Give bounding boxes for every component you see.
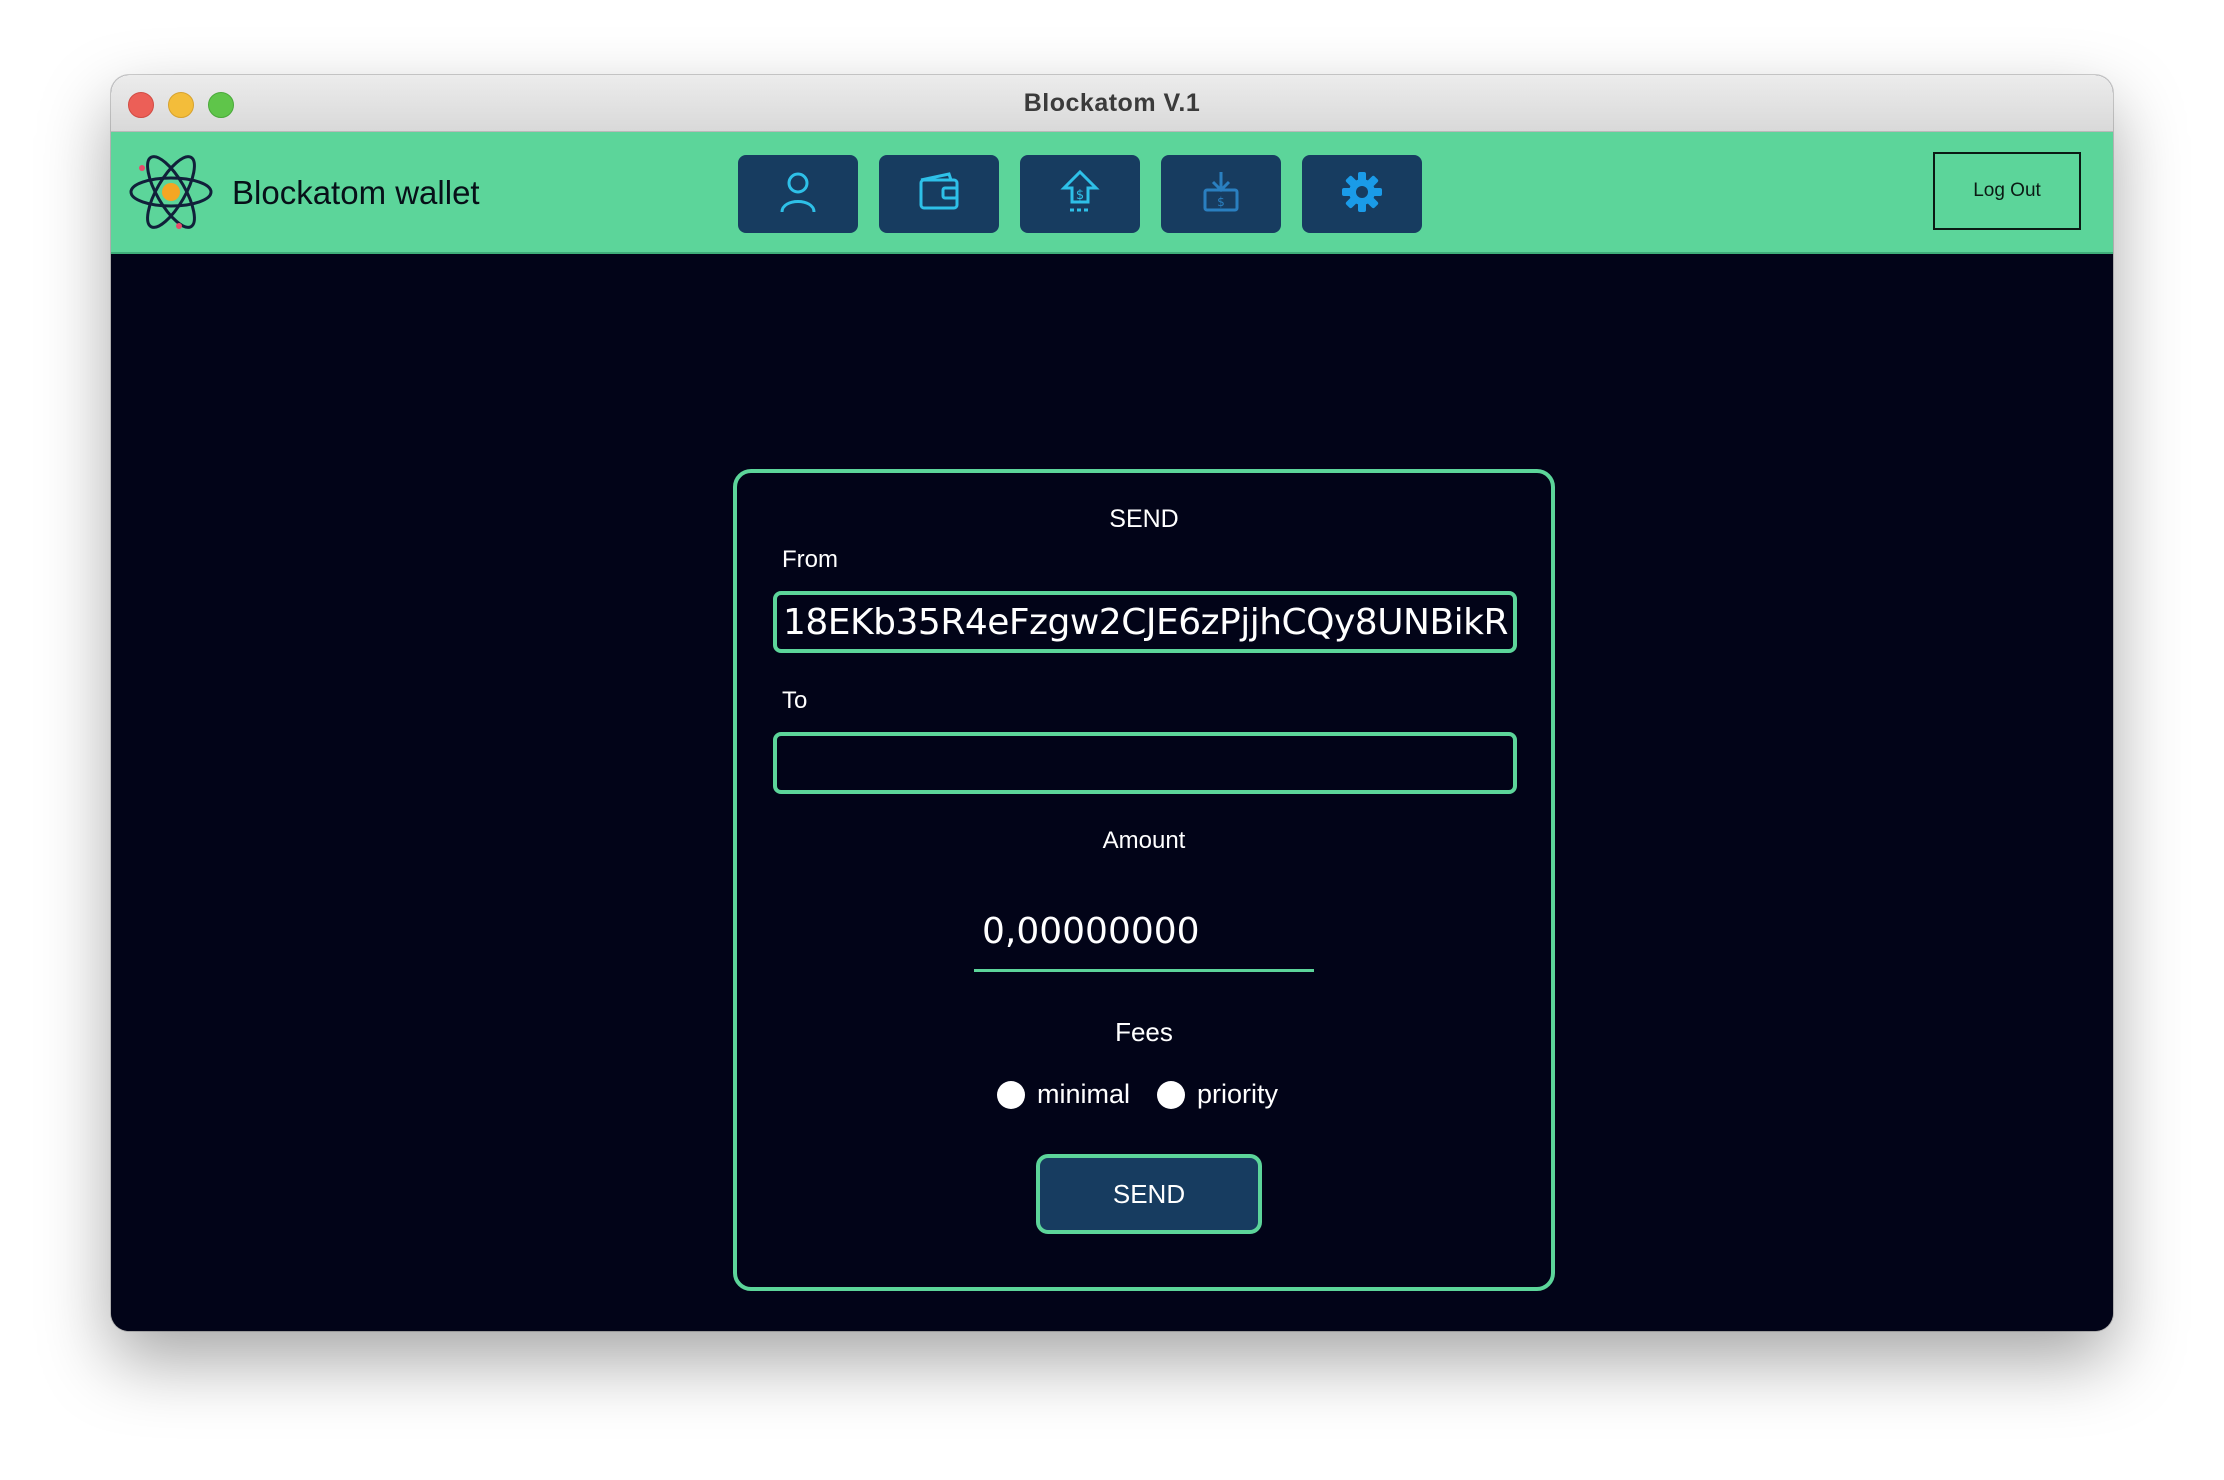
to-address-field[interactable] — [773, 732, 1517, 794]
send-form-title: SEND — [1109, 505, 1179, 533]
send-money-icon: $ — [1056, 168, 1104, 221]
main-content: SEND From 18EKb35R4eFzgw2CJE6zPjjhCQy8UN… — [111, 254, 2113, 1331]
app-window: Blockatom V.1 Blockatom wallet $ $ Log O… — [111, 75, 2113, 1331]
from-address-field[interactable]: 18EKb35R4eFzgw2CJE6zPjjhCQy8UNBikR — [773, 591, 1517, 653]
top-toolbar: Blockatom wallet $ $ Log Out — [111, 132, 2113, 254]
nav-settings-button[interactable] — [1302, 155, 1422, 233]
nav-send-button[interactable]: $ — [1020, 155, 1140, 233]
svg-text:$: $ — [1217, 195, 1225, 209]
fee-option-priority[interactable]: priority — [1157, 1079, 1278, 1110]
amount-value: 0,00000000 — [982, 911, 1200, 952]
svg-text:$: $ — [1076, 188, 1084, 203]
fee-option-label: minimal — [1037, 1079, 1131, 1109]
fee-option-minimal[interactable]: minimal — [997, 1079, 1130, 1110]
from-label: From — [782, 546, 838, 573]
amount-field[interactable]: 0,00000000 — [974, 889, 1314, 972]
nav-account-button[interactable] — [738, 155, 858, 233]
radio-button[interactable] — [1157, 1080, 1185, 1109]
brand-name: Blockatom wallet — [232, 174, 480, 211]
fee-option-label: priority — [1197, 1079, 1279, 1109]
window-title: Blockatom V.1 — [1023, 89, 1201, 117]
nav-receive-button[interactable]: $ — [1161, 155, 1281, 233]
radio-button[interactable] — [997, 1080, 1025, 1109]
logout-button[interactable]: Log Out — [1933, 152, 2081, 230]
receive-money-icon: $ — [1197, 168, 1245, 221]
send-button[interactable]: SEND — [1036, 1154, 1262, 1234]
nav-wallet-button[interactable] — [879, 155, 999, 233]
title-bar: Blockatom V.1 — [111, 75, 2113, 132]
user-icon — [774, 168, 822, 221]
fees-label: Fees — [1115, 1017, 1173, 1047]
send-form-card: SEND From 18EKb35R4eFzgw2CJE6zPjjhCQy8UN… — [733, 469, 1555, 1291]
atom-logo-icon — [129, 152, 213, 232]
to-label: To — [782, 687, 808, 714]
amount-label: Amount — [1102, 827, 1186, 854]
wallet-icon — [915, 168, 963, 221]
gear-icon — [1338, 168, 1386, 221]
